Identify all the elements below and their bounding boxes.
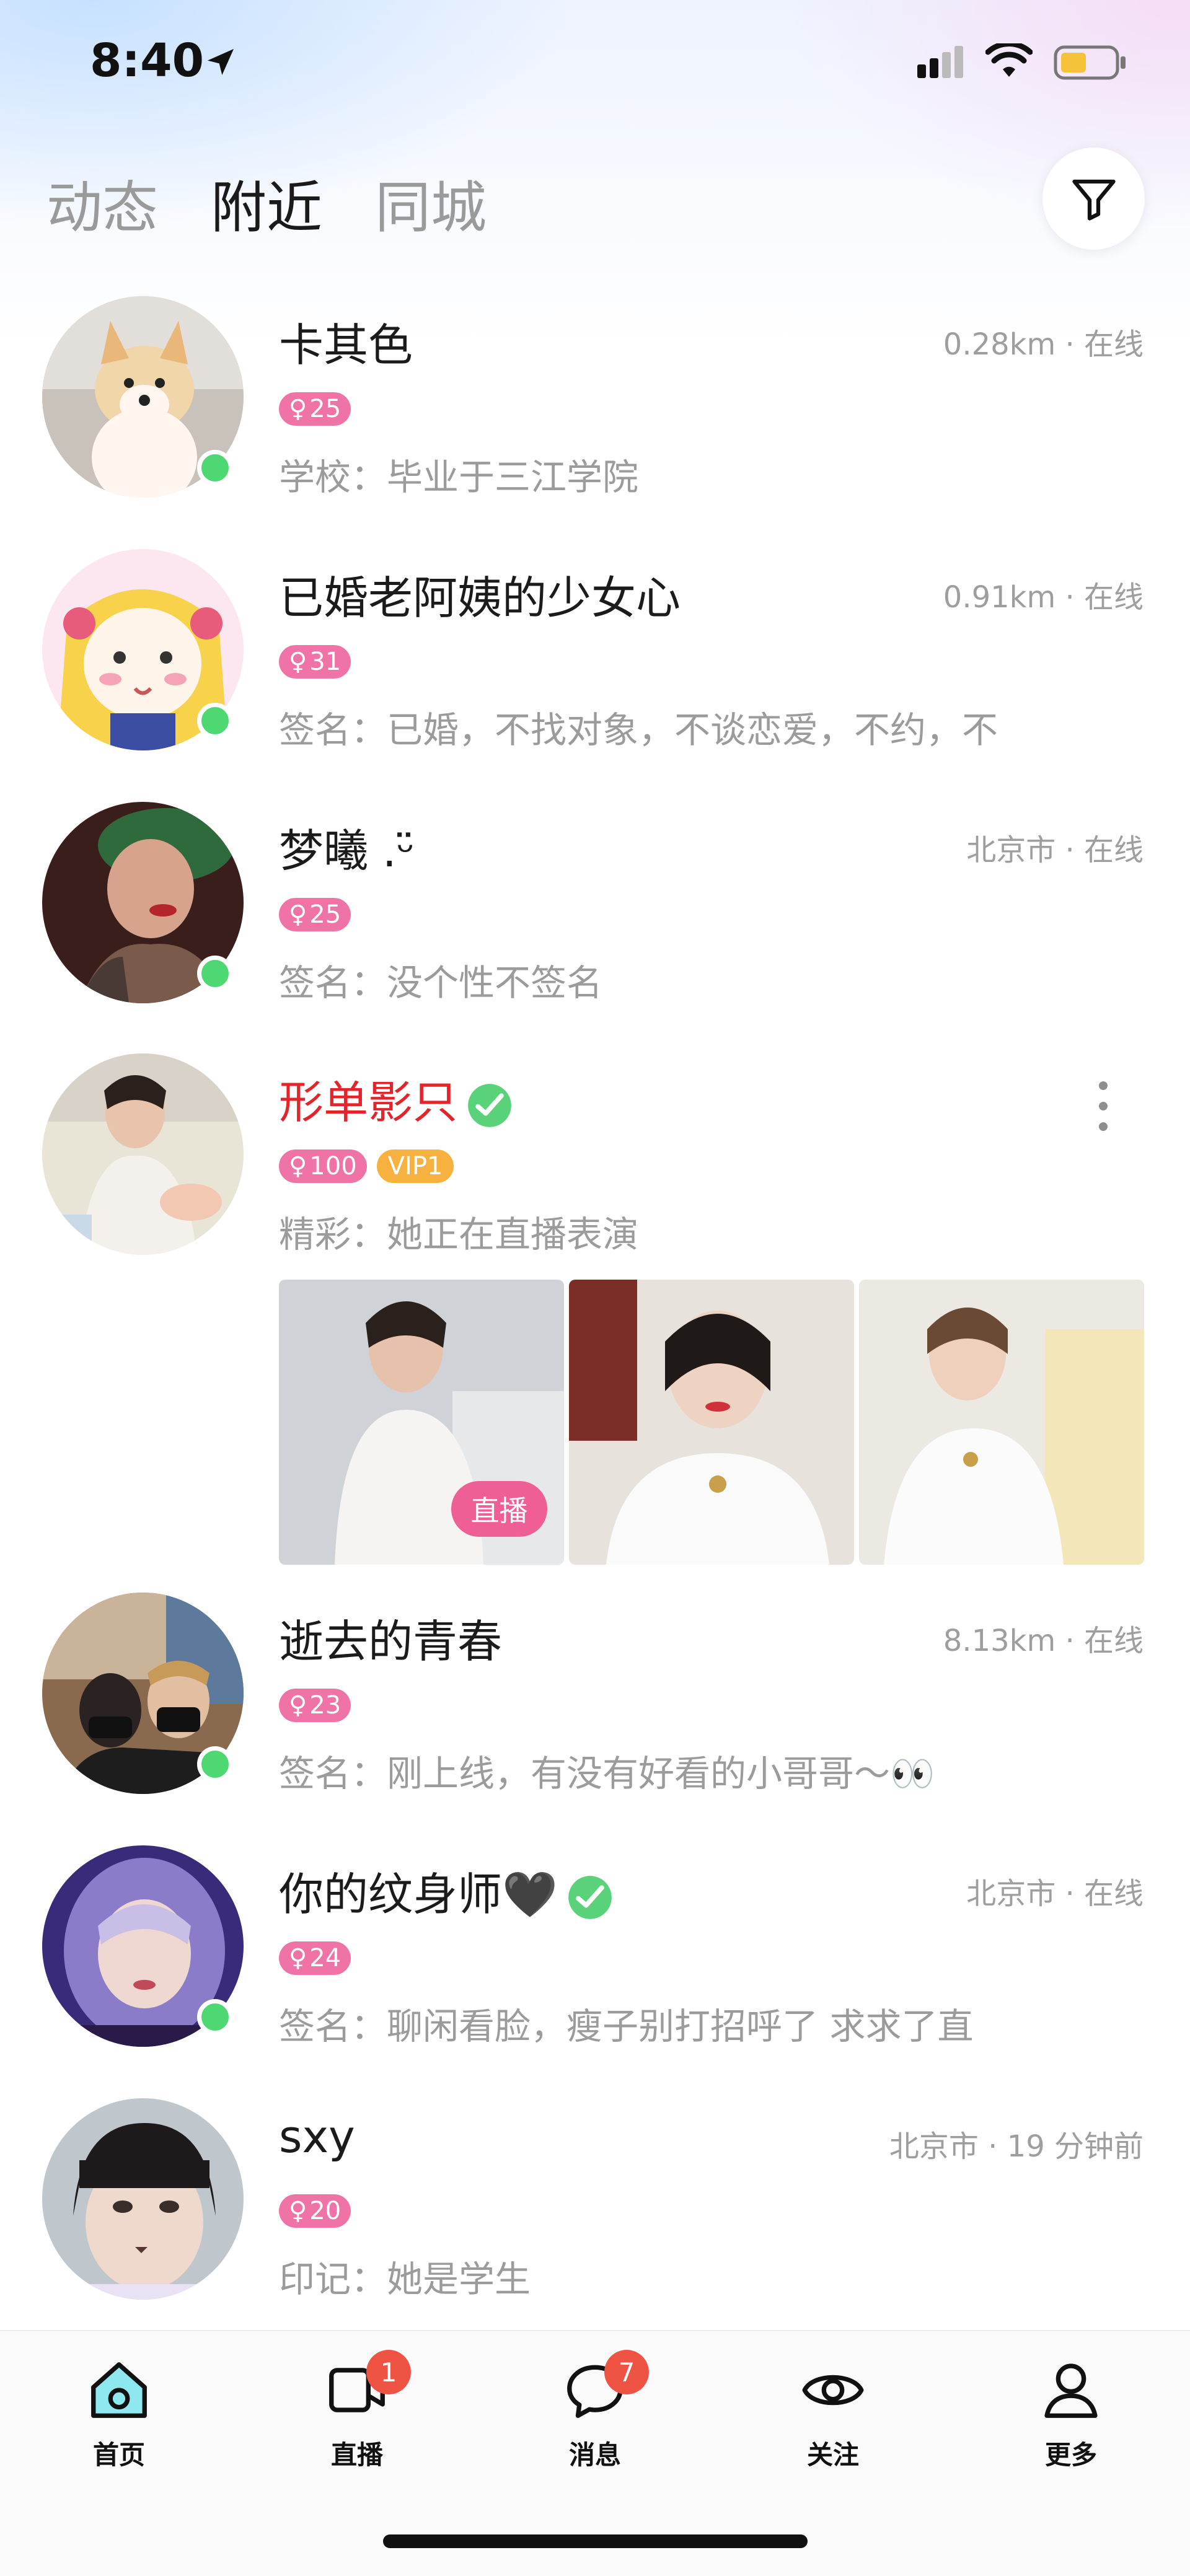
filter-icon — [1072, 179, 1116, 221]
verified-icon — [468, 1084, 511, 1128]
live-photo[interactable]: 直播 — [279, 1280, 564, 1565]
user-name[interactable]: 梦曦 .ᵕ̈ — [279, 814, 415, 879]
list-item[interactable]: 梦曦 .ᵕ̈ 北京市 · 在线 ♀ 25 签名：没个性不签名 — [0, 802, 1190, 1006]
distance-status: 北京市 · 在线 — [966, 1876, 1144, 1911]
verified-icon — [568, 1876, 612, 1920]
notification-badge: 1 — [366, 2350, 411, 2394]
user-name[interactable]: sxy — [279, 2111, 355, 2163]
female-icon: ♀ — [289, 648, 307, 676]
user-description: 印记：她是学生 — [279, 2258, 531, 2300]
distance-status: 8.13km · 在线 — [943, 1624, 1144, 1658]
list-item[interactable]: 你的纹身师🖤 北京市 · 在线 ♀ 24 签名：聊闲看脸，瘦子别打招呼了 求求了直 — [0, 1845, 1190, 2050]
home-icon — [91, 2362, 147, 2418]
location-arrow-icon — [208, 49, 234, 75]
home-indicator — [383, 2534, 808, 2548]
list-item[interactable]: 形单影只 ♀ 100 VIP1 精彩：她正在直播表演 直播 — [0, 1053, 1190, 1568]
wifi-icon — [985, 43, 1033, 77]
vip-badge: VIP1 — [376, 1150, 454, 1183]
age-badge: ♀ 31 — [279, 645, 351, 679]
online-indicator — [197, 1999, 233, 2035]
online-indicator — [197, 450, 233, 486]
list-item[interactable]: 已婚老阿姨的少女心 0.91km · 在线 ♀ 31 签名：已婚，不找对象，不谈恋… — [0, 549, 1190, 754]
user-name[interactable]: 形单影只 — [279, 1066, 513, 1131]
tab-dynamic[interactable]: 动态 — [46, 162, 158, 243]
photo-gallery: 直播 — [279, 1280, 1144, 1565]
profile-icon — [1044, 2363, 1098, 2418]
female-icon: ♀ — [289, 1944, 307, 1972]
nav-more[interactable]: 更多 — [1009, 2356, 1133, 2472]
list-item[interactable]: 逝去的青春 8.13km · 在线 ♀ 23 签名：刚上线，有没有好看的小哥哥～👀 — [0, 1593, 1190, 1797]
age-badge: ♀ 23 — [279, 1689, 351, 1722]
nav-home[interactable]: 首页 — [57, 2356, 181, 2472]
avatar[interactable] — [42, 1053, 244, 1255]
cellular-signal-icon — [917, 46, 963, 78]
list-item[interactable]: 卡其色 0.28km · 在线 ♀ 25 学校：毕业于三江学院 — [0, 296, 1190, 501]
eye-icon — [802, 2375, 864, 2406]
user-name[interactable]: 你的纹身师🖤 — [279, 1858, 614, 1923]
online-indicator — [197, 703, 233, 739]
filter-button[interactable] — [1042, 147, 1145, 250]
nav-follow-label: 关注 — [806, 2440, 859, 2470]
user-description: 学校：毕业于三江学院 — [279, 456, 639, 498]
notification-badge: 7 — [604, 2350, 649, 2394]
user-description: 签名：聊闲看脸，瘦子别打招呼了 求求了直 — [279, 2005, 974, 2047]
nav-messages-label: 消息 — [568, 2440, 621, 2470]
female-icon: ♀ — [289, 395, 307, 423]
more-options-icon[interactable] — [1094, 1078, 1113, 1134]
battery-icon — [1054, 45, 1126, 80]
age-badge: ♀ 24 — [279, 1941, 351, 1975]
user-description: 签名：刚上线，有没有好看的小哥哥～👀 — [279, 1752, 935, 1795]
user-name[interactable]: 已婚老阿姨的少女心 — [279, 561, 681, 626]
female-icon: ♀ — [289, 1152, 307, 1180]
user-description: 签名：没个性不签名 — [279, 962, 603, 1004]
distance-status: 0.91km · 在线 — [943, 580, 1144, 615]
user-description: 精彩：她正在直播表演 — [279, 1213, 639, 1255]
user-name[interactable]: 卡其色 — [279, 309, 413, 374]
nav-follow[interactable]: 关注 — [771, 2356, 895, 2472]
female-icon: ♀ — [289, 2197, 307, 2225]
online-indicator — [197, 1746, 233, 1782]
nav-live-label: 直播 — [330, 2440, 383, 2470]
user-description: 签名：已婚，不找对象，不谈恋爱，不约，不 — [279, 709, 998, 751]
distance-status: 0.28km · 在线 — [943, 327, 1144, 362]
online-indicator — [197, 956, 233, 991]
nav-messages[interactable]: 7 消息 — [533, 2350, 657, 2472]
photo[interactable] — [859, 1280, 1144, 1565]
live-tag: 直播 — [451, 1481, 547, 1537]
avatar[interactable] — [42, 2098, 244, 2300]
tab-nearby[interactable]: 附近 — [211, 162, 322, 243]
female-icon: ♀ — [289, 900, 307, 929]
age-badge: ♀ 25 — [279, 898, 351, 931]
status-time: 8:40 — [90, 34, 205, 87]
age-badge: ♀ 25 — [279, 392, 351, 426]
age-badge: ♀ 20 — [279, 2194, 351, 2228]
distance-status: 北京市 · 在线 — [966, 833, 1144, 868]
nav-home-label: 首页 — [92, 2440, 145, 2470]
user-name[interactable]: 逝去的青春 — [279, 1605, 502, 1670]
tab-same-city[interactable]: 同城 — [375, 162, 487, 243]
photo[interactable] — [569, 1280, 854, 1565]
list-item[interactable]: sxy 北京市 · 19 分钟前 ♀ 20 印记：她是学生 — [0, 2098, 1190, 2303]
age-badge: ♀ 100 — [279, 1150, 367, 1183]
nav-live[interactable]: 1 直播 — [295, 2350, 419, 2472]
distance-status: 北京市 · 19 分钟前 — [889, 2129, 1144, 2164]
female-icon: ♀ — [289, 1691, 307, 1720]
nav-more-label: 更多 — [1044, 2440, 1097, 2470]
